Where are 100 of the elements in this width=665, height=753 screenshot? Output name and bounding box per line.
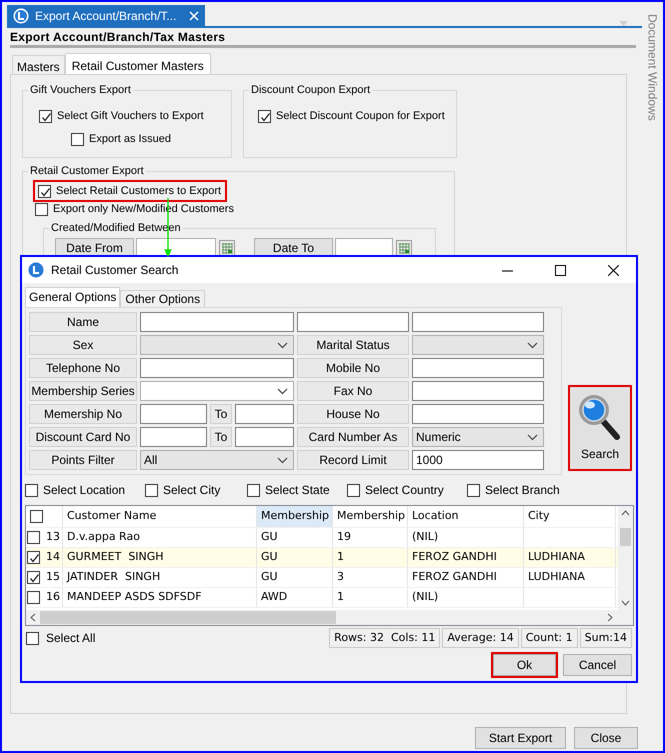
calendar-icon[interactable]: [219, 240, 235, 256]
column-header[interactable]: City: [524, 506, 616, 527]
field-label: Fax No: [297, 381, 409, 401]
text-field[interactable]: [297, 312, 409, 332]
calendar-icon[interactable]: [396, 240, 412, 256]
page-header: Export Account/Branch/Tax Masters: [9, 29, 226, 44]
field-label: Sex: [29, 335, 137, 355]
checkbox[interactable]: [71, 132, 84, 146]
button[interactable]: Start Export: [475, 727, 566, 749]
status-field: Count: 1: [520, 628, 578, 648]
checkbox[interactable]: [30, 510, 43, 523]
vertical-scrollbar[interactable]: [618, 506, 633, 610]
row-number: 16: [46, 589, 60, 606]
checkbox[interactable]: [35, 202, 48, 216]
table-cell-text: JATINDER SINGH: [67, 569, 160, 586]
checkbox[interactable]: [467, 484, 480, 496]
row-number: 14: [46, 549, 60, 566]
checkbox[interactable]: [26, 632, 39, 644]
field-label: To: [210, 427, 232, 447]
close-icon[interactable]: [608, 264, 618, 276]
checkbox-label: Select State: [265, 482, 330, 499]
document-tab[interactable]: Export Account/Branch/T...: [7, 5, 205, 26]
table-cell-text: (NIL): [412, 529, 438, 546]
text-field[interactable]: 1000: [412, 450, 544, 470]
checkbox[interactable]: [27, 531, 40, 544]
table-cell-text: GURMEET SINGH: [67, 549, 164, 566]
tab[interactable]: Masters: [12, 55, 65, 74]
checkbox[interactable]: [145, 484, 158, 496]
grid-row[interactable]: 16 MANDEEP ASDS SDFSDF AWD 1 (NIL): [26, 588, 618, 608]
field-label: To: [210, 404, 232, 424]
column-header[interactable]: Membership: [333, 506, 408, 527]
field-label: House No: [297, 404, 409, 424]
table-cell-text: AWD: [261, 589, 288, 606]
text-field[interactable]: [412, 312, 544, 332]
text-field[interactable]: [235, 427, 294, 447]
button[interactable]: Cancel: [563, 654, 632, 676]
checkbox[interactable]: [247, 484, 260, 496]
tab[interactable]: General Options: [25, 287, 120, 307]
column-header[interactable]: Membership: [257, 506, 333, 527]
scrollbar-thumb[interactable]: [40, 611, 336, 624]
field-label: Marital Status: [297, 335, 409, 355]
checkbox[interactable]: [25, 484, 38, 496]
scroll-down-icon[interactable]: [621, 600, 630, 606]
checkbox-label: Select Location: [43, 482, 126, 499]
tab[interactable]: Other Options: [120, 290, 206, 307]
text-field[interactable]: [412, 381, 544, 401]
checkbox-label: Select Branch: [485, 482, 560, 499]
text-field[interactable]: [412, 358, 544, 378]
text-field[interactable]: [140, 358, 294, 378]
checkbox[interactable]: [27, 591, 40, 604]
checkbox-label: Select City: [163, 482, 220, 499]
tab[interactable]: Retail Customer Masters: [64, 53, 211, 74]
search-button[interactable]: Search: [568, 385, 632, 471]
checkbox[interactable]: [38, 184, 51, 198]
dialog-title: Retail Customer Search: [51, 262, 180, 279]
grid-row[interactable]: 15 JATINDER SINGH GU 3 FEROZ GANDHI LUDHIANA: [26, 568, 618, 588]
checkbox[interactable]: [347, 484, 360, 496]
field-label: Points Filter: [29, 450, 137, 470]
scroll-up-icon[interactable]: [621, 510, 630, 516]
maximize-icon[interactable]: [554, 264, 566, 276]
table-cell-text: FEROZ GANDHI: [412, 569, 497, 586]
text-field[interactable]: [140, 312, 294, 332]
field-label: Name: [29, 312, 137, 332]
button[interactable]: Close: [574, 727, 638, 749]
scroll-right-icon[interactable]: [607, 613, 613, 622]
dropdown-caret-icon[interactable]: [277, 388, 288, 394]
checkbox[interactable]: [39, 110, 52, 122]
field-label: Discount Card No: [29, 427, 137, 447]
field-label: Mobile No: [297, 358, 409, 378]
text-field[interactable]: [140, 404, 207, 424]
checkbox-label: Select Retail Customers to Export: [56, 184, 222, 199]
grid-row[interactable]: 14 GURMEET SINGH GU 1 FEROZ GANDHI LUDHIANA: [26, 548, 618, 568]
field-label: Telephone No: [29, 358, 137, 378]
checkbox[interactable]: [27, 571, 40, 584]
status-field: Rows: 32 Cols: 11: [329, 628, 440, 648]
group-title: Discount Coupon Export: [249, 83, 372, 97]
checkbox[interactable]: [27, 551, 40, 564]
text-field[interactable]: [235, 404, 294, 424]
text-field[interactable]: [412, 404, 544, 424]
table-cell-text: 1: [337, 589, 344, 606]
search-icon: [579, 395, 620, 440]
table-cell-text: FEROZ GANDHI: [412, 549, 497, 566]
table-cell-text: MANDEEP ASDS SDFSDF: [67, 589, 202, 606]
scrollbar-thumb[interactable]: [620, 528, 631, 546]
status-field: Sum:14: [580, 628, 632, 648]
checkbox[interactable]: [258, 110, 271, 122]
field-label: Card Number As: [297, 427, 409, 447]
table-cell-text: (NIL): [412, 589, 438, 606]
scroll-left-icon[interactable]: [30, 613, 36, 622]
horizontal-scrollbar[interactable]: [26, 610, 633, 625]
table-cell-text: GU: [261, 549, 278, 566]
checkbox-label: Select Gift Vouchers to Export: [57, 108, 204, 124]
text-field[interactable]: [140, 427, 207, 447]
table-cell-text: D.v.appa Rao: [67, 529, 140, 546]
checkbox-label: Export as Issued: [89, 132, 171, 147]
button[interactable]: Ok: [493, 654, 556, 676]
field-label: Membership Series: [29, 381, 137, 401]
table-cell-text: LUDHIANA: [528, 549, 585, 566]
column-header[interactable]: Location: [408, 506, 524, 527]
group-title: Retail Customer Export: [28, 164, 146, 178]
